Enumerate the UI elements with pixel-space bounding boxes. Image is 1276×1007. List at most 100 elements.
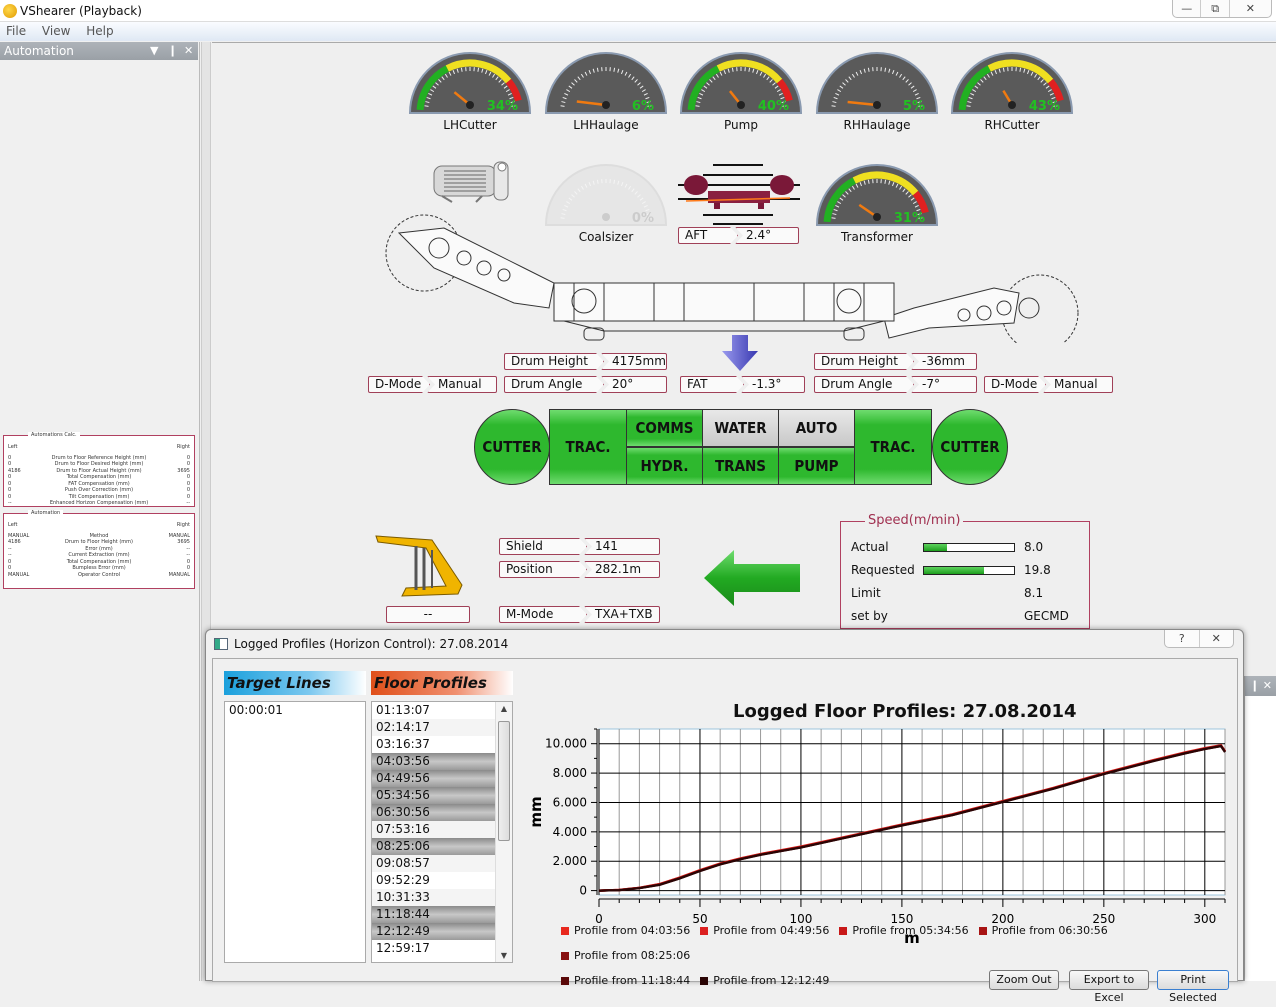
right-dock-panel: ❙ ✕: [1244, 676, 1276, 981]
shield-label: Shield: [499, 538, 587, 555]
fat-label: FAT: [680, 376, 744, 393]
scroll-down-icon[interactable]: ▼: [496, 951, 512, 960]
pin-icon[interactable]: ❙: [1250, 679, 1259, 692]
gauge-tick: [561, 106, 565, 107]
floor-profile-item[interactable]: 02:14:17: [372, 719, 495, 736]
automation-box: Automation LeftRightMANUALMethodMANUAL41…: [3, 513, 195, 589]
status-right-trac[interactable]: TRAC.: [854, 409, 932, 485]
gauge-label: LHCutter: [408, 118, 532, 132]
status-hydr[interactable]: HYDR.: [626, 447, 703, 485]
scroll-up-icon[interactable]: ▲: [496, 704, 512, 713]
y-tick-label: 6.000: [553, 795, 587, 809]
floor-profile-item[interactable]: 04:49:56: [372, 770, 495, 787]
calc-cell: Operator Control: [29, 572, 168, 579]
speed-setby-label: set by: [851, 609, 888, 623]
status-water[interactable]: WATER: [702, 409, 779, 447]
menu-help[interactable]: Help: [80, 22, 119, 40]
right-drum-height-value: -36mm: [911, 353, 977, 370]
floor-profile-item[interactable]: 10:31:33: [372, 889, 495, 906]
floor-profiles-list[interactable]: 01:13:0702:14:1703:16:3704:03:5604:49:56…: [371, 701, 513, 963]
export-to-excel-button[interactable]: Export to Excel: [1069, 970, 1149, 990]
floor-profile-item[interactable]: 12:12:49: [372, 923, 495, 940]
legend-swatch: [561, 952, 569, 960]
speed-limit-label: Limit: [851, 586, 881, 600]
speed-panel: Speed(m/min) Actual 8.0 Requested 19.8 L…: [840, 521, 1090, 629]
restore-button[interactable]: ⧉: [1201, 0, 1229, 17]
floor-profile-item[interactable]: 11:18:44: [372, 906, 495, 923]
gauge-value: 5%: [903, 99, 925, 114]
gauge-hub: [873, 101, 881, 109]
help-button[interactable]: ?: [1165, 630, 1200, 647]
fat-readout: FAT -1.3°: [680, 376, 805, 393]
calc-cell: Right: [177, 444, 190, 451]
left-drum-height: Drum Height 4175mm: [504, 353, 667, 370]
target-lines-list[interactable]: 00:00:01: [224, 701, 366, 963]
shearer-machine-diagram: [384, 213, 1084, 343]
y-tick-label: 10.000: [545, 737, 587, 751]
speed-actual-fill: [924, 544, 947, 551]
right-drum-angle: Drum Angle -7°: [814, 376, 977, 393]
app-icon: [3, 4, 17, 18]
left-dmode-label: D-Mode: [368, 376, 430, 393]
close-icon[interactable]: ✕: [1263, 679, 1272, 692]
floor-profile-item[interactable]: 07:53:16: [372, 821, 495, 838]
speed-limit-value: 8.1: [1024, 586, 1043, 600]
scroll-thumb[interactable]: [498, 721, 510, 841]
direction-left-arrow-icon: [702, 548, 802, 608]
position-value: 282.1m: [584, 561, 660, 578]
position-readout: Position 282.1m: [499, 561, 660, 578]
floor-profile-item[interactable]: 12:59:17: [372, 940, 495, 957]
gauge-value: 40%: [758, 99, 789, 114]
close-icon[interactable]: ✕: [184, 44, 193, 57]
gauge-hub: [1008, 101, 1016, 109]
y-tick-label: 8.000: [553, 766, 587, 780]
floor-profile-item[interactable]: 09:52:29: [372, 872, 495, 889]
status-left-cutter[interactable]: CUTTER: [474, 409, 550, 485]
floor-profile-item[interactable]: 05:34:56: [372, 787, 495, 804]
gauge-dial: 6%: [544, 51, 668, 115]
speed-actual-bar: [923, 543, 1015, 552]
print-selected-button[interactable]: Print Selected: [1157, 970, 1229, 990]
floor-profile-item[interactable]: 06:30:56: [372, 804, 495, 821]
floor-profile-item[interactable]: 03:16:37: [372, 736, 495, 753]
y-tick-label: 4.000: [553, 825, 587, 839]
calc-header-row: LeftRight: [8, 444, 190, 451]
status-comms[interactable]: COMMS: [626, 409, 703, 447]
floor-profile-item[interactable]: 04:03:56: [372, 753, 495, 770]
floor-profile-item[interactable]: 09:08:57: [372, 855, 495, 872]
status-left-trac[interactable]: TRAC.: [549, 409, 627, 485]
calc-row: --Enhanced Horizon Compensation (mm)--: [8, 500, 190, 507]
menu-view[interactable]: View: [36, 22, 76, 40]
floor-profile-item[interactable]: 08:25:06: [372, 838, 495, 855]
fat-value: -1.3°: [741, 376, 805, 393]
legend-label: Profile from 06:30:56: [992, 924, 1108, 937]
right-dmode-label: D-Mode: [984, 376, 1046, 393]
right-drum-height-label: Drum Height: [814, 353, 914, 370]
status-pump[interactable]: PUMP: [778, 447, 855, 485]
y-tick-label: 2.000: [553, 854, 587, 868]
status-auto[interactable]: AUTO: [778, 409, 855, 447]
floor-profile-chart[interactable]: 02.0004.0006.0008.00010.0000501001502002…: [519, 723, 1231, 955]
legend-item: Profile from 04:03:56: [561, 924, 690, 937]
target-line-item[interactable]: 00:00:01: [225, 702, 365, 719]
status-trans[interactable]: TRANS: [702, 447, 779, 485]
pin-icon[interactable]: ❙: [168, 44, 177, 57]
mmode-label: M-Mode: [499, 606, 587, 623]
dropdown-icon[interactable]: ▼: [150, 44, 158, 57]
gauge-hub: [466, 101, 474, 109]
zoom-out-button[interactable]: Zoom Out: [989, 970, 1059, 990]
calc-row: MANUALOperator ControlMANUAL: [8, 572, 190, 579]
floor-profiles-scrollbar[interactable]: ▲ ▼: [495, 702, 512, 962]
floor-profile-item[interactable]: 01:13:07: [372, 702, 495, 719]
close-button[interactable]: ✕: [1230, 0, 1271, 17]
gauge-label: Pump: [679, 118, 803, 132]
floor-profiles-items: 01:13:0702:14:1703:16:3704:03:5604:49:56…: [372, 702, 495, 957]
shield-value: 141: [584, 538, 660, 555]
status-right-cutter[interactable]: CUTTER: [932, 409, 1008, 485]
minimize-button[interactable]: —: [1173, 0, 1201, 17]
calc-cell: [17, 444, 176, 451]
left-drum-height-value: 4175mm: [601, 353, 667, 370]
menu-file[interactable]: File: [0, 22, 32, 40]
dialog-close-button[interactable]: ✕: [1200, 630, 1234, 647]
gauge-label: RHCutter: [950, 118, 1074, 132]
